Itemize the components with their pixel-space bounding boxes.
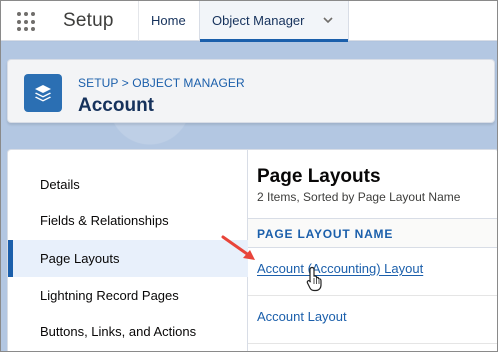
sidebar: Details Fields & Relationships Page Layo… — [8, 150, 248, 351]
annotation-arrow-icon — [221, 235, 255, 260]
sidebar-item-fields-relationships[interactable]: Fields & Relationships — [8, 202, 248, 239]
sidebar-item-page-layouts[interactable]: Page Layouts — [8, 240, 248, 277]
chevron-down-icon[interactable] — [322, 14, 334, 26]
sidebar-item-details[interactable]: Details — [8, 166, 248, 203]
top-navigation: Setup Home Object Manager — [1, 1, 497, 42]
page-title: Account — [78, 95, 154, 116]
column-header[interactable]: PAGE LAYOUT NAME — [248, 218, 497, 248]
breadcrumb[interactable]: SETUP > OBJECT MANAGER — [78, 76, 245, 90]
app-name: Setup — [63, 10, 114, 31]
tab-object-manager[interactable]: Object Manager — [199, 1, 349, 42]
hand-cursor-icon — [306, 266, 322, 292]
layers-icon — [24, 74, 62, 112]
column-header-label: PAGE LAYOUT NAME — [257, 227, 394, 241]
sidebar-item-buttons-links-actions[interactable]: Buttons, Links, and Actions — [8, 313, 248, 350]
content-title: Page Layouts — [257, 166, 381, 187]
object-header: SETUP > OBJECT MANAGER Account — [7, 59, 495, 123]
tab-home[interactable]: Home — [138, 1, 199, 41]
tab-object-manager-label: Object Manager — [212, 13, 305, 28]
app-launcher-icon[interactable] — [17, 12, 37, 32]
content-area: Page Layouts 2 Items, Sorted by Page Lay… — [248, 150, 497, 351]
layout-link[interactable]: Account (Accounting) Layout — [257, 261, 423, 276]
content-subtitle: 2 Items, Sorted by Page Layout Name — [257, 190, 461, 204]
sidebar-item-lightning-record-pages[interactable]: Lightning Record Pages — [8, 277, 248, 314]
window-frame: Setup Home Object Manager SETUP > OBJECT… — [0, 0, 498, 352]
table-row: Account Layout — [248, 296, 497, 344]
layout-link[interactable]: Account Layout — [257, 309, 347, 324]
table-row: Account (Accounting) Layout — [248, 248, 497, 296]
